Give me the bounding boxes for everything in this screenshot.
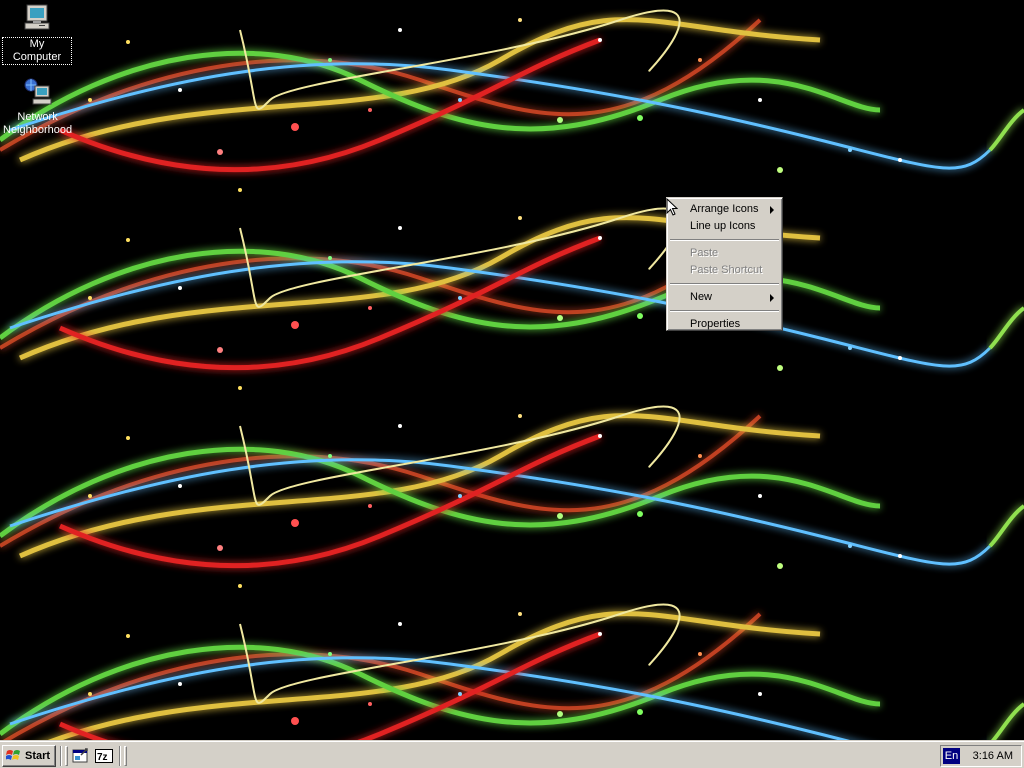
task-area-grip[interactable] — [124, 746, 127, 766]
submenu-arrow-icon — [770, 294, 774, 302]
network-neighborhood-label: Network Neighborhood — [3, 111, 73, 136]
menu-separator — [670, 283, 779, 285]
network-neighborhood-icon — [24, 78, 52, 105]
menu-item-paste-shortcut-label: Paste Shortcut — [690, 264, 763, 276]
desktop-icon-my-computer[interactable]: My Computer — [2, 2, 72, 65]
system-tray: En 3:16 AM — [940, 745, 1022, 767]
show-desktop-icon[interactable] — [72, 747, 90, 765]
mouse-pointer-icon — [666, 198, 678, 216]
start-label: Start — [25, 750, 51, 762]
taskbar: Start 7z En 3:16 AM — [0, 740, 1024, 768]
7zip-icon[interactable]: 7z — [95, 747, 113, 765]
start-button[interactable]: Start — [2, 745, 56, 767]
desktop-icon-network-neighborhood[interactable]: Network Neighborhood — [2, 76, 72, 137]
windows-logo-icon — [6, 750, 20, 760]
menu-separator — [670, 239, 779, 241]
menu-item-arrange-icons-label: Arrange Icons — [690, 203, 759, 215]
menu-item-properties[interactable]: Properties — [669, 316, 780, 333]
taskbar-separator — [60, 746, 62, 766]
menu-item-paste-shortcut[interactable]: Paste Shortcut — [669, 262, 780, 279]
quick-launch-grip[interactable] — [65, 746, 68, 766]
7zip-icon-text: 7z — [97, 752, 108, 763]
my-computer-icon — [24, 4, 50, 30]
menu-item-properties-label: Properties — [690, 318, 741, 330]
menu-item-arrange-icons[interactable]: Arrange Icons — [669, 201, 780, 218]
submenu-arrow-icon — [770, 206, 774, 214]
menu-item-line-up-icons[interactable]: Line up Icons — [669, 218, 780, 235]
menu-item-paste[interactable]: Paste — [669, 245, 780, 262]
wallpaper-image — [0, 0, 1024, 740]
desktop[interactable]: My Computer Network Neighborhood Arrange… — [0, 0, 1024, 740]
menu-item-line-up-icons-label: Line up Icons — [690, 220, 756, 232]
my-computer-label: My Computer — [2, 37, 72, 65]
tray-clock[interactable]: 3:16 AM — [973, 749, 1013, 763]
menu-separator — [670, 310, 779, 312]
menu-item-new[interactable]: New — [669, 289, 780, 306]
taskbar-separator — [119, 746, 121, 766]
language-indicator[interactable]: En — [943, 748, 960, 764]
menu-item-new-label: New — [690, 291, 713, 303]
desktop-context-menu: Arrange Icons Line up Icons Paste Paste … — [666, 197, 783, 331]
menu-item-paste-label: Paste — [690, 247, 719, 259]
